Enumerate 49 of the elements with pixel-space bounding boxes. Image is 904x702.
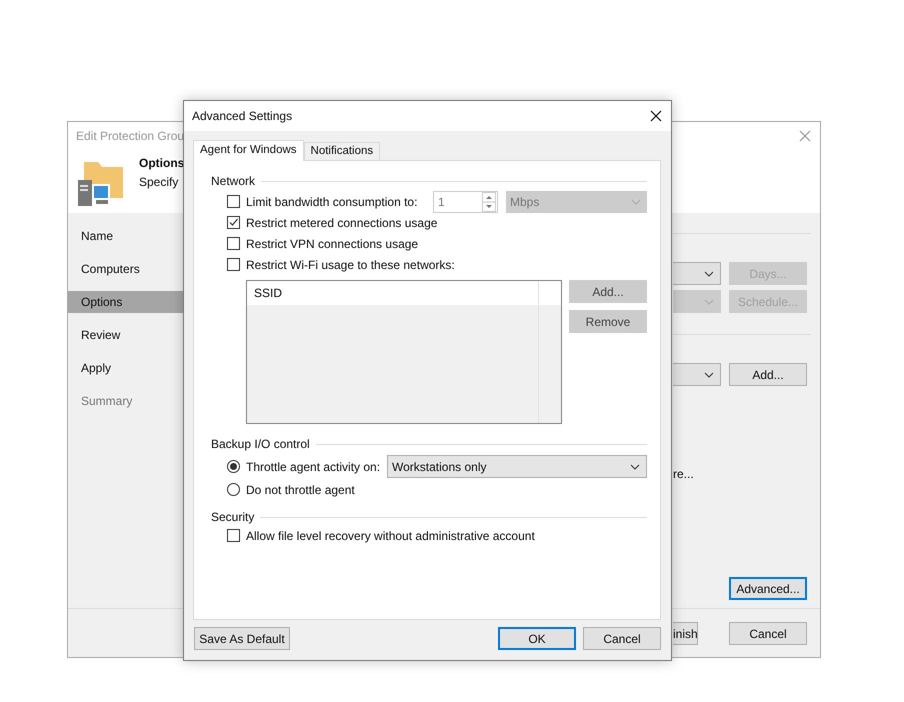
finish-button[interactable]: inish [673, 622, 698, 645]
dialog-title: Advanced Settings [192, 109, 292, 123]
chevron-icon [704, 372, 714, 378]
add-button[interactable]: Add... [729, 363, 807, 386]
option-label: Limit bandwidth consumption to: [246, 194, 418, 208]
option-label: Restrict VPN connections usage [246, 236, 418, 250]
checkbox[interactable] [227, 216, 240, 229]
wizard-step[interactable]: Name [68, 225, 184, 247]
tab[interactable]: Notifications [304, 142, 380, 160]
wizard-step[interactable]: Options [68, 291, 184, 313]
wizard-step[interactable]: Computers [68, 258, 184, 280]
spin-arrows-icon[interactable] [482, 192, 496, 212]
option-label: Do not throttle agent [246, 482, 355, 496]
wizard-step[interactable]: Apply [68, 357, 184, 379]
list-button[interactable]: Add... [569, 280, 647, 303]
chevron-icon [631, 198, 641, 204]
cancel-button[interactable]: Cancel [729, 622, 807, 645]
chevron-icon [704, 298, 714, 304]
checkbox[interactable] [227, 237, 240, 250]
advanced-button[interactable]: Advanced... [729, 577, 807, 600]
ok-button[interactable]: OK [498, 627, 576, 650]
network-list[interactable]: SSID [246, 280, 562, 424]
close-icon[interactable] [650, 110, 662, 122]
save-default-button[interactable]: Save As Default [194, 627, 290, 650]
option-label: Allow file level recovery without administrative account [246, 528, 535, 542]
column-header: SSID [254, 286, 282, 300]
page-subtitle: Specify [139, 175, 180, 189]
option-label: Throttle agent activity on: [246, 460, 380, 474]
number-field[interactable]: 1 [433, 190, 498, 212]
checkbox[interactable] [227, 258, 240, 271]
throttle-dropdown[interactable]: Workstations only [387, 455, 647, 478]
group-heading: Backup I/O control [211, 437, 310, 451]
chevron-icon [704, 270, 714, 276]
chevron-icon [630, 464, 640, 470]
tab[interactable]: Agent for Windows [193, 140, 304, 161]
group-heading: Network [211, 174, 256, 188]
link-text[interactable]: re... [673, 467, 820, 481]
option-label: Restrict metered connections usage [246, 216, 438, 230]
checkbox[interactable] [227, 529, 240, 542]
radio-button[interactable] [227, 483, 240, 496]
page-title: Options [139, 156, 184, 170]
list-button[interactable]: Remove [569, 310, 647, 333]
group-heading: Security [211, 510, 254, 524]
wizard-step[interactable]: Review [68, 324, 184, 346]
radio-button[interactable] [227, 460, 240, 473]
window-title: Edit Protection Grou [76, 129, 184, 143]
option-label: Restrict Wi-Fi usage to these networks: [246, 258, 455, 272]
checkbox[interactable] [227, 195, 240, 208]
cancel-button[interactable]: Cancel [583, 627, 661, 650]
